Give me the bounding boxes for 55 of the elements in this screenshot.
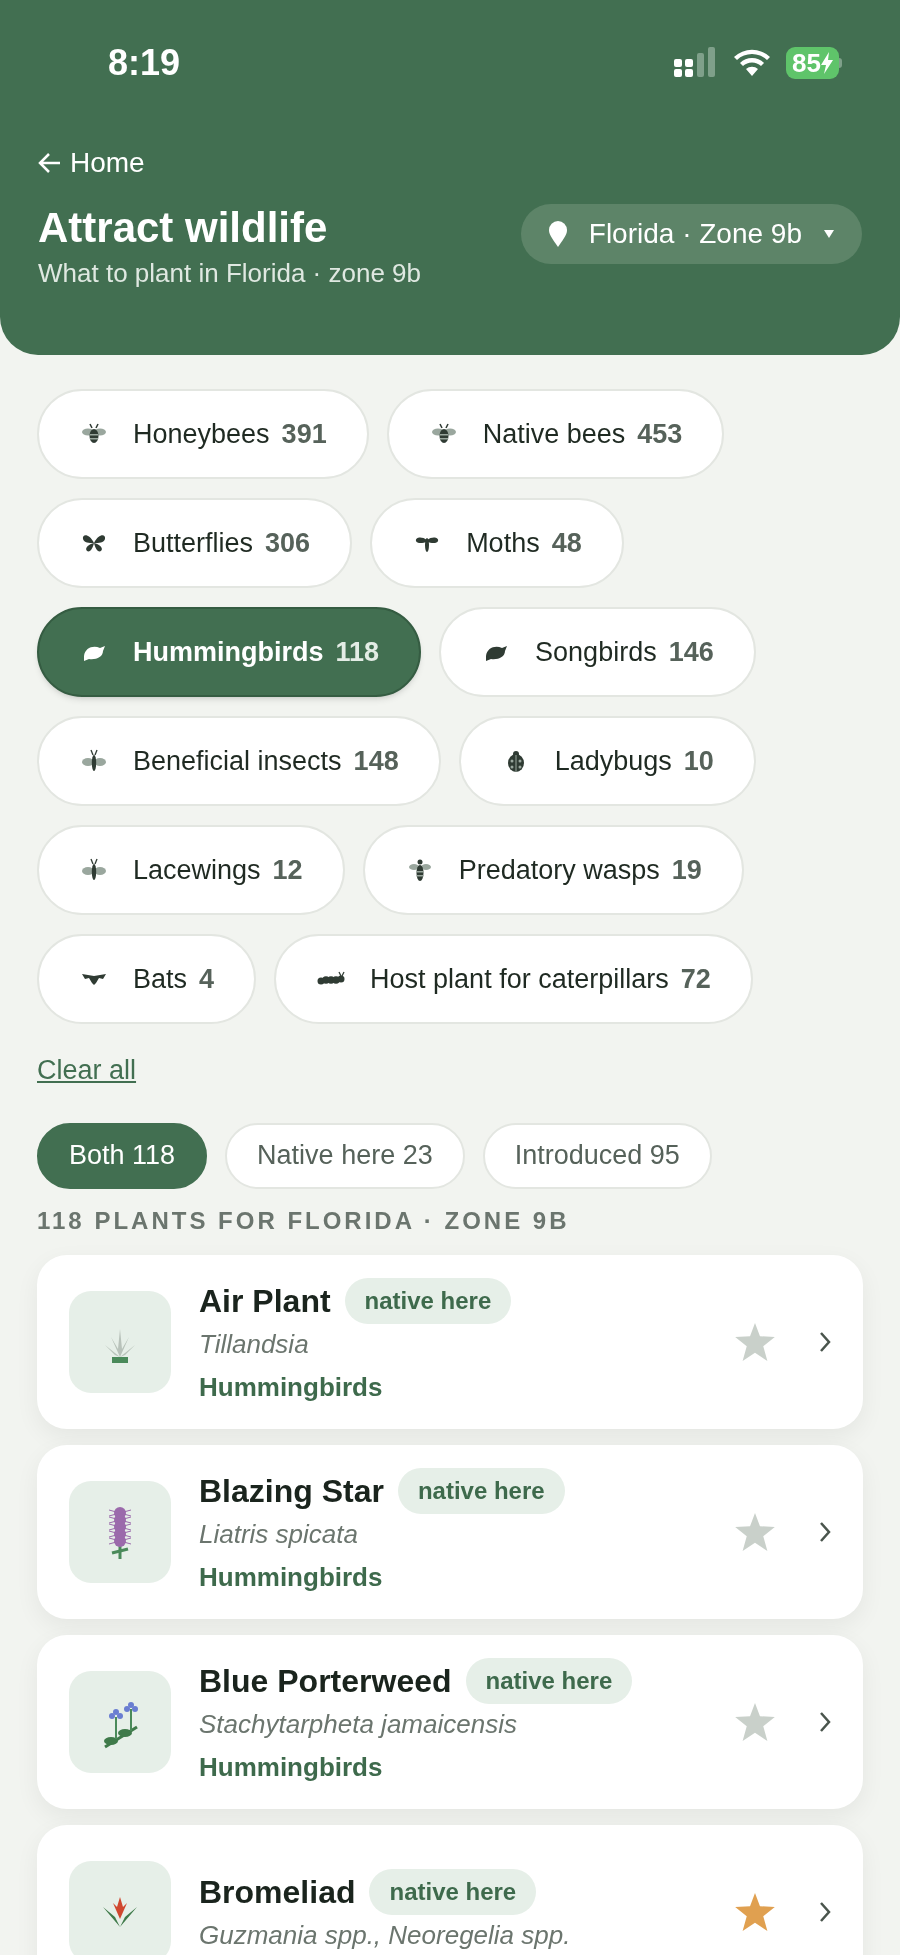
- plant-name: Bromeliad: [199, 1873, 356, 1912]
- location-pin-icon: [548, 221, 567, 247]
- filter-chip[interactable]: Songbirds 146: [439, 607, 756, 697]
- favorite-star-icon[interactable]: [735, 1892, 775, 1931]
- plant-name: Air Plant: [199, 1281, 331, 1321]
- location-selector[interactable]: Florida · Zone 9b: [520, 204, 862, 264]
- filter-chip[interactable]: Honeybees 391: [37, 389, 369, 479]
- plant-card[interactable]: Blue Porterweed native here Stachytarpheta jamaicensis Hummingbirds: [37, 1634, 863, 1809]
- clear-all-link[interactable]: Clear all: [37, 1050, 137, 1091]
- favorite-star-icon[interactable]: [735, 1702, 775, 1741]
- scientific-name: Tillandsia: [199, 1327, 310, 1361]
- filter-chip[interactable]: Host plant for caterpillars 72: [274, 934, 753, 1024]
- plant-card[interactable]: Air Plant native here Tillandsia Hummingbirds: [37, 1254, 863, 1429]
- attracts-label: Hummingbirds: [199, 1370, 384, 1404]
- chevron-right-icon: [819, 1710, 831, 1733]
- filter-chip[interactable]: Predatory wasps 19: [362, 825, 744, 915]
- filter-chip[interactable]: Hummingbirds 118: [37, 607, 422, 697]
- filter-chip[interactable]: Butterflies 306: [37, 498, 353, 588]
- origin-tab[interactable]: Native here 23: [225, 1122, 465, 1189]
- filter-chip[interactable]: Native bees 453: [386, 389, 725, 479]
- filter-chip[interactable]: Ladybugs 10: [458, 716, 756, 806]
- wifi-icon: [732, 48, 773, 78]
- back-link[interactable]: Home: [38, 142, 862, 184]
- filter-chip[interactable]: Beneficial insects 148: [37, 716, 441, 806]
- filter-chip[interactable]: Lacewings 12: [37, 825, 345, 915]
- origin-tab[interactable]: Introduced 95: [482, 1122, 712, 1189]
- attracts-label: Hummingbirds: [199, 1750, 384, 1784]
- back-arrow-icon: [38, 152, 62, 174]
- chevron-right-icon: [819, 1330, 831, 1353]
- results-heading: 118 PLANTS FOR FLORIDA · ZONE 9B: [37, 1205, 571, 1236]
- dropdown-caret-icon: [824, 230, 834, 238]
- battery-indicator: 85: [786, 47, 842, 79]
- scientific-name: Liatris spicata: [199, 1517, 359, 1551]
- chevron-right-icon: [819, 1900, 831, 1923]
- origin-tab[interactable]: Both 118: [37, 1122, 208, 1189]
- scientific-name: Guzmania spp., Neoregelia spp.: [199, 1919, 572, 1952]
- chevron-right-icon: [819, 1520, 831, 1543]
- page-subtitle: What to plant in Florida · zone 9b: [38, 257, 422, 290]
- plant-name: Blazing Star: [199, 1471, 384, 1511]
- status-time: 8:19: [108, 41, 181, 85]
- native-badge: native here: [369, 1869, 537, 1915]
- attracts-label: Hummingbirds: [199, 1560, 384, 1594]
- filter-chip[interactable]: Moths 48: [370, 498, 624, 588]
- plant-card[interactable]: Bromeliad native here Guzmania spp., Neoregelia spp.: [37, 1824, 863, 1955]
- scientific-name: Stachytarpheta jamaicensis: [199, 1707, 518, 1741]
- favorite-star-icon[interactable]: [735, 1322, 775, 1361]
- native-badge: native here: [397, 1467, 565, 1514]
- native-badge: native here: [465, 1657, 633, 1704]
- page-title: Attract wildlife: [38, 203, 329, 253]
- native-badge: native here: [344, 1277, 512, 1324]
- plant-card[interactable]: Blazing Star native here Liatris spicata Hummingbirds: [37, 1444, 863, 1619]
- charging-bolt-icon: [821, 52, 833, 74]
- favorite-star-icon[interactable]: [735, 1512, 775, 1551]
- filter-chip[interactable]: Bats 4: [37, 934, 257, 1024]
- plant-name: Blue Porterweed: [199, 1661, 452, 1701]
